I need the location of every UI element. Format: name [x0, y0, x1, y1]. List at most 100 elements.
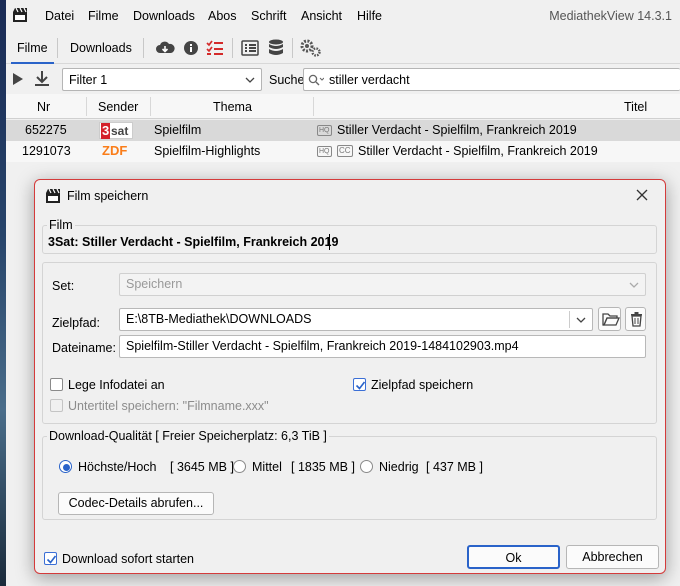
- 3sat-logo-text: sat: [111, 124, 129, 138]
- menu-bar: Datei Filme Downloads Abos Schrift Ansic…: [6, 0, 680, 32]
- cc-badge: CC: [337, 145, 353, 157]
- zielpfad-value: E:\8TB-Mediathek\DOWNLOADS: [126, 312, 312, 326]
- sofort-starten-label: Download sofort starten: [62, 552, 195, 566]
- set-select: Speichern: [119, 273, 646, 296]
- sofort-starten-checkbox[interactable]: [44, 552, 57, 565]
- quality-legend: Download-Qualität [ Freier Speicherplatz…: [47, 429, 329, 443]
- dateiname-label: Dateiname:: [52, 341, 116, 355]
- menu-downloads[interactable]: Downloads: [133, 9, 195, 23]
- quality-hoch-radio[interactable]: [59, 460, 72, 473]
- dateiname-input[interactable]: Spielfilm-Stiller Verdacht - Spielfilm, …: [119, 335, 646, 358]
- 3sat-logo-digit: 3: [101, 123, 111, 139]
- filter-select-value: Filter 1: [69, 73, 108, 87]
- menu-datei[interactable]: Datei: [45, 9, 74, 23]
- info-icon[interactable]: [183, 40, 199, 56]
- quality-niedrig-size: [ 437 MB ]: [426, 460, 483, 474]
- table-row[interactable]: 652275 3 sat Spielfilm HQ Stiller Verdac…: [6, 120, 680, 141]
- quality-hoch-label: Höchste/Hoch: [78, 460, 157, 474]
- table-row[interactable]: 1291073 ZDF Spielfilm-Highlights HQ CC S…: [6, 141, 680, 162]
- film-title-value: 3Sat: Stiller Verdacht - Spielfilm, Fran…: [48, 235, 339, 249]
- trash-icon: [631, 312, 642, 327]
- column-divider[interactable]: [150, 97, 151, 116]
- column-header-sender[interactable]: Sender: [98, 100, 138, 114]
- tab-filme[interactable]: Filme: [11, 41, 54, 64]
- column-divider[interactable]: [313, 97, 314, 116]
- tab-downloads[interactable]: Downloads: [70, 41, 132, 55]
- settings-gears-icon[interactable]: [300, 39, 322, 57]
- menu-schrift[interactable]: Schrift: [251, 9, 286, 23]
- infodatei-label: Lege Infodatei an: [68, 378, 165, 392]
- cell-thema: Spielfilm: [154, 123, 202, 137]
- search-input-value: stiller verdacht: [329, 73, 410, 87]
- filter-select[interactable]: Filter 1: [62, 68, 262, 91]
- table-empty-area: [6, 162, 680, 179]
- column-divider[interactable]: [86, 97, 87, 116]
- search-icon: [308, 74, 324, 86]
- cell-nr: 1291073: [22, 144, 71, 158]
- column-header-titel[interactable]: Titel: [624, 100, 647, 114]
- combo-divider: [569, 311, 570, 328]
- menu-hilfe[interactable]: Hilfe: [357, 9, 382, 23]
- ok-button[interactable]: Ok: [467, 545, 560, 569]
- infodatei-checkbox[interactable]: [50, 378, 63, 391]
- toolbar-separator: [57, 38, 58, 58]
- dialog-title: Film speichern: [67, 189, 149, 203]
- quality-mittel-size: [ 1835 MB ]: [291, 460, 355, 474]
- zielpfad-speichern-checkbox[interactable]: [353, 378, 366, 391]
- cloud-download-icon[interactable]: [155, 40, 175, 56]
- chevron-down-icon: [576, 317, 586, 323]
- chevron-down-icon: [629, 282, 639, 288]
- filter-bar: Filter 1 Suche: stiller verdacht: [6, 64, 680, 94]
- sender-logo-3sat: 3 sat: [99, 122, 133, 139]
- app-title: MediathekView 14.3.1: [549, 9, 672, 23]
- play-icon[interactable]: [12, 72, 24, 86]
- quality-hoch-size: [ 3645 MB ]: [170, 460, 234, 474]
- zielpfad-label: Zielpfad:: [52, 316, 100, 330]
- open-folder-button[interactable]: [598, 307, 621, 331]
- codec-details-button[interactable]: Codec-Details abrufen...: [58, 492, 214, 515]
- toolbar-separator: [143, 38, 144, 58]
- table-header: Nr Sender Thema Titel: [6, 94, 680, 119]
- column-header-thema[interactable]: Thema: [213, 100, 252, 114]
- zielpfad-select[interactable]: E:\8TB-Mediathek\DOWNLOADS: [119, 308, 593, 331]
- untertitel-label: Untertitel speichern: "Filmname.xxx": [68, 399, 269, 413]
- app-logo-icon: [13, 7, 27, 22]
- text-cursor: [329, 234, 330, 250]
- list-view-icon[interactable]: [241, 40, 259, 56]
- toolbar-separator: [292, 38, 293, 58]
- folder-open-icon: [602, 313, 620, 326]
- chevron-down-icon: [245, 77, 255, 83]
- film-legend: Film: [47, 218, 75, 232]
- menu-abos[interactable]: Abos: [208, 9, 237, 23]
- quality-mittel-radio[interactable]: [233, 460, 246, 473]
- dateiname-value: Spielfilm-Stiller Verdacht - Spielfilm, …: [126, 339, 519, 353]
- cell-thema: Spielfilm-Highlights: [154, 144, 261, 158]
- cancel-button[interactable]: Abbrechen: [566, 545, 659, 569]
- hq-badge: HQ: [317, 125, 332, 136]
- menu-filme[interactable]: Filme: [88, 9, 119, 23]
- dialog-app-icon: [46, 188, 60, 203]
- checklist-icon[interactable]: [206, 39, 224, 57]
- film-speichern-dialog: Film speichern Film 3Sat: Stiller Verdac…: [34, 179, 666, 574]
- hq-badge: HQ: [317, 146, 332, 157]
- delete-history-button[interactable]: [625, 307, 646, 331]
- checkmark-icon: [355, 381, 366, 390]
- quality-mittel-label: Mittel: [252, 460, 282, 474]
- set-label: Set:: [52, 279, 75, 293]
- set-select-value: Speichern: [126, 277, 183, 291]
- cell-nr: 652275: [25, 123, 67, 137]
- untertitel-checkbox: [50, 399, 63, 412]
- search-input[interactable]: stiller verdacht: [303, 68, 680, 91]
- zielpfad-speichern-label: Zielpfad speichern: [371, 378, 474, 392]
- download-icon[interactable]: [34, 70, 50, 88]
- menu-ansicht[interactable]: Ansicht: [301, 9, 342, 23]
- checkmark-icon: [46, 555, 57, 564]
- cell-titel: Stiller Verdacht - Spielfilm, Frankreich…: [337, 123, 577, 137]
- toolbar: Filme Downloads: [6, 32, 680, 64]
- quality-niedrig-label: Niedrig: [379, 460, 419, 474]
- column-header-nr[interactable]: Nr: [37, 100, 50, 114]
- database-icon[interactable]: [268, 39, 284, 57]
- close-icon[interactable]: [636, 189, 648, 201]
- quality-niedrig-radio[interactable]: [360, 460, 373, 473]
- sender-logo-zdf: ZDF: [102, 143, 128, 158]
